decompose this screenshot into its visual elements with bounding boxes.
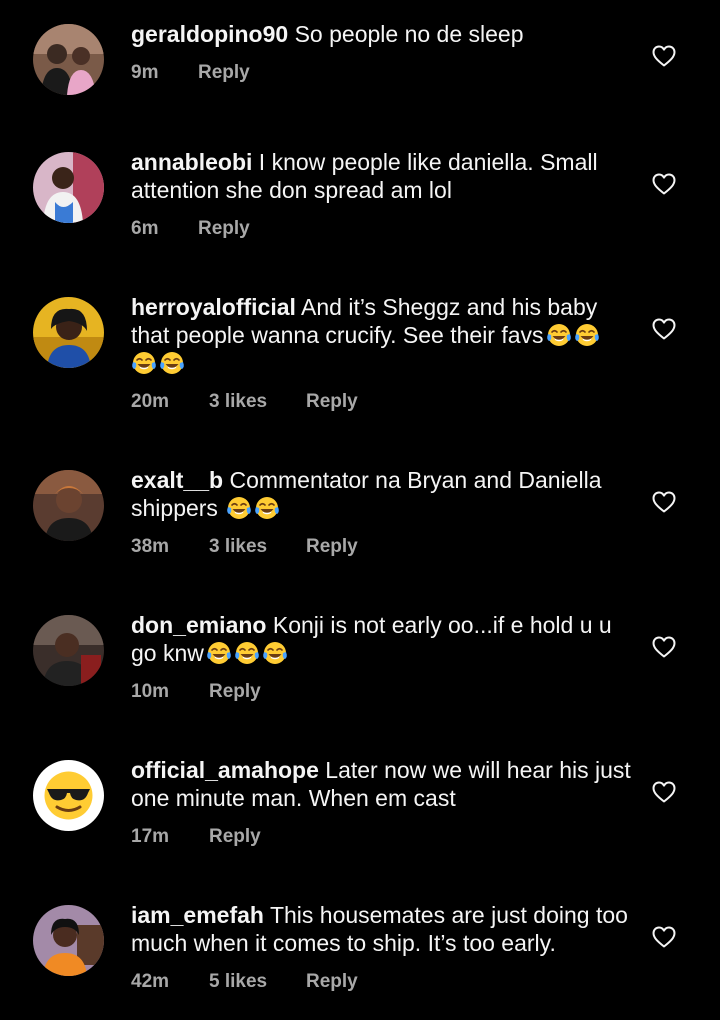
comment-meta: 20m 3 likes Reply — [131, 391, 358, 413]
face-with-tears-of-joy-icon — [574, 322, 600, 348]
username[interactable]: exalt__b — [131, 467, 223, 493]
reply-button[interactable]: Reply — [198, 218, 250, 240]
comment-meta: 38m 3 likes Reply — [131, 536, 358, 558]
username[interactable]: herroyalofficial — [131, 294, 296, 320]
username[interactable]: don_emiano — [131, 612, 266, 638]
reply-button[interactable]: Reply — [306, 391, 358, 413]
reply-button[interactable]: Reply — [306, 536, 358, 558]
likes-count[interactable]: 3 likes — [209, 391, 306, 413]
timestamp: 38m — [131, 536, 170, 557]
comment-text: geraldopino90 So people no de sleep — [131, 20, 631, 48]
username[interactable]: official_amahope — [131, 757, 319, 783]
likes-count[interactable]: 3 likes — [209, 536, 306, 558]
avatar[interactable] — [33, 297, 104, 368]
heart-outline-icon[interactable] — [652, 45, 676, 67]
timestamp: 17m — [131, 826, 170, 847]
face-with-tears-of-joy-icon — [546, 322, 572, 348]
face-with-tears-of-joy-icon — [262, 640, 288, 666]
comment-meta: 9m Reply — [131, 62, 250, 84]
comment-meta: 17m Reply — [131, 826, 261, 848]
face-with-tears-of-joy-icon — [226, 495, 252, 521]
timestamp: 42m — [131, 971, 170, 992]
comment-text: herroyalofficial And it’s Sheggz and his… — [131, 293, 631, 377]
username[interactable]: geraldopino90 — [131, 21, 288, 47]
heart-outline-icon[interactable] — [652, 636, 676, 658]
heart-outline-icon[interactable] — [652, 781, 676, 803]
avatar[interactable] — [33, 905, 104, 976]
comment-text: iam_emefah This housemates are just doin… — [131, 901, 631, 957]
avatar[interactable] — [33, 470, 104, 541]
face-with-tears-of-joy-icon — [206, 640, 232, 666]
comment-body: So people no de sleep — [294, 21, 524, 47]
reply-button[interactable]: Reply — [209, 681, 261, 703]
reply-button[interactable]: Reply — [198, 62, 250, 84]
avatar[interactable] — [33, 760, 104, 831]
timestamp: 6m — [131, 218, 159, 239]
avatar[interactable] — [33, 24, 104, 95]
timestamp: 20m — [131, 391, 170, 412]
comment-meta: 42m 5 likes Reply — [131, 971, 358, 993]
comment-text: don_emiano Konji is not early oo...if e … — [131, 611, 631, 667]
timestamp: 9m — [131, 62, 159, 83]
heart-outline-icon[interactable] — [652, 926, 676, 948]
face-with-tears-of-joy-icon — [254, 495, 280, 521]
comment-text: exalt__b Commentator na Bryan and Daniel… — [131, 466, 631, 522]
avatar[interactable] — [33, 152, 104, 223]
username[interactable]: iam_emefah — [131, 902, 264, 928]
heart-outline-icon[interactable] — [652, 318, 676, 340]
heart-outline-icon[interactable] — [652, 491, 676, 513]
face-with-tears-of-joy-icon — [159, 350, 185, 376]
face-with-tears-of-joy-icon — [234, 640, 260, 666]
comment-meta: 10m Reply — [131, 681, 261, 703]
avatar[interactable] — [33, 615, 104, 686]
likes-count[interactable]: 5 likes — [209, 971, 306, 993]
reply-button[interactable]: Reply — [306, 971, 358, 993]
comment-meta: 6m Reply — [131, 218, 250, 240]
username[interactable]: annableobi — [131, 149, 252, 175]
timestamp: 10m — [131, 681, 170, 702]
heart-outline-icon[interactable] — [652, 173, 676, 195]
face-with-tears-of-joy-icon — [131, 350, 157, 376]
comment-text: annableobi I know people like daniella. … — [131, 148, 631, 204]
comment-text: official_amahope Later now we will hear … — [131, 756, 631, 812]
reply-button[interactable]: Reply — [209, 826, 261, 848]
